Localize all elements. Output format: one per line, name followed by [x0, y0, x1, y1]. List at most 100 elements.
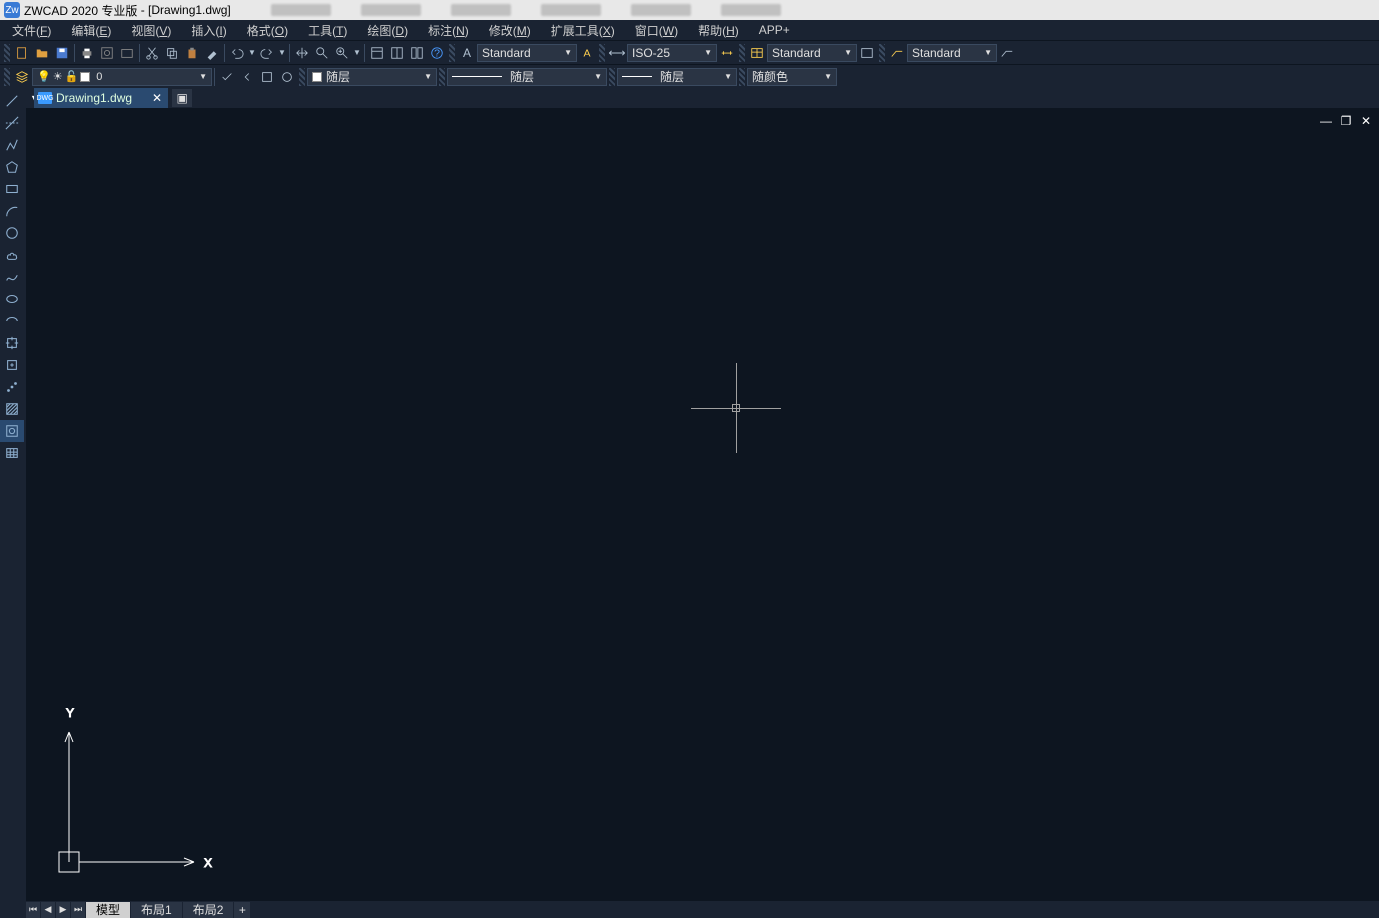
document-tab[interactable]: DWG Drawing1.dwg ✕: [34, 88, 168, 108]
layer-isolate-button[interactable]: [277, 67, 297, 87]
redo-button[interactable]: [257, 43, 277, 63]
layer-previous-button[interactable]: [237, 67, 257, 87]
table-style-icon[interactable]: [747, 43, 767, 63]
new-tab-button[interactable]: ▣: [172, 89, 192, 107]
toolbar-grip[interactable]: [879, 44, 885, 62]
tab-chevron[interactable]: ▼: [26, 93, 34, 103]
toolbar-grip[interactable]: [739, 68, 745, 86]
menu-绘图[interactable]: 绘图(D): [357, 22, 418, 39]
paste-button[interactable]: [182, 43, 202, 63]
menu-修改[interactable]: 修改(M): [479, 22, 541, 39]
polygon-tool-button[interactable]: [0, 156, 24, 178]
layout-tab-模型[interactable]: 模型: [86, 902, 130, 918]
table-tool-button[interactable]: [0, 442, 24, 464]
hatch-tool-button[interactable]: [0, 398, 24, 420]
arc-tool-button[interactable]: [0, 200, 24, 222]
line-tool-button[interactable]: [0, 90, 24, 112]
tool-palettes-button[interactable]: [407, 43, 427, 63]
toolbar-grip[interactable]: [609, 68, 615, 86]
menu-插入[interactable]: 插入(I): [181, 22, 236, 39]
layout-tab-布局2[interactable]: 布局2: [183, 902, 234, 918]
dim-style-dropdown[interactable]: ISO-25▼: [627, 44, 717, 62]
design-center-button[interactable]: [387, 43, 407, 63]
layer-states-button[interactable]: [257, 67, 277, 87]
add-layout-button[interactable]: +: [234, 902, 250, 918]
tab-nav-last[interactable]: ⏭: [71, 902, 85, 918]
zoom-window-button[interactable]: [332, 43, 352, 63]
match-props-button[interactable]: [202, 43, 222, 63]
polyline-tool-button[interactable]: [0, 134, 24, 156]
undo-dropdown[interactable]: ▼: [247, 43, 257, 63]
color-dropdown[interactable]: 随层▼: [307, 68, 437, 86]
lineweight-dropdown[interactable]: 随层▼: [617, 68, 737, 86]
print-button[interactable]: [77, 43, 97, 63]
layer-properties-button[interactable]: [12, 67, 32, 87]
pan-button[interactable]: [292, 43, 312, 63]
menu-文件[interactable]: 文件(F): [2, 22, 61, 39]
mdi-close-button[interactable]: ✕: [1359, 114, 1373, 128]
insert-block-tool-button[interactable]: [0, 332, 24, 354]
zoom-realtime-button[interactable]: [312, 43, 332, 63]
rectangle-tool-button[interactable]: [0, 178, 24, 200]
ellipse-tool-button[interactable]: [0, 288, 24, 310]
construction-line-tool-button[interactable]: [0, 112, 24, 134]
toolbar-grip[interactable]: [449, 44, 455, 62]
mleader-style-mgr-button[interactable]: [997, 43, 1017, 63]
menu-编辑[interactable]: 编辑(E): [61, 22, 121, 39]
tab-nav-next[interactable]: ▶: [56, 902, 70, 918]
menu-视图[interactable]: 视图(V): [121, 22, 181, 39]
tab-nav-first[interactable]: ⏮: [26, 902, 40, 918]
menu-格式[interactable]: 格式(O): [237, 22, 298, 39]
zoom-dropdown[interactable]: ▼: [352, 43, 362, 63]
region-tool-button[interactable]: [0, 420, 24, 442]
toolbar-grip[interactable]: [4, 44, 10, 62]
toolbar-grip[interactable]: [739, 44, 745, 62]
revcloud-tool-button[interactable]: [0, 244, 24, 266]
text-style-icon[interactable]: A: [457, 43, 477, 63]
table-style-mgr-button[interactable]: [857, 43, 877, 63]
properties-button[interactable]: [367, 43, 387, 63]
new-button[interactable]: [12, 43, 32, 63]
ellipse-arc-tool-button[interactable]: [0, 310, 24, 332]
make-current-button[interactable]: [217, 67, 237, 87]
table-style-dropdown[interactable]: Standard▼: [767, 44, 857, 62]
circle-tool-button[interactable]: [0, 222, 24, 244]
text-style-dropdown[interactable]: Standard▼: [477, 44, 577, 62]
point-tool-button[interactable]: [0, 376, 24, 398]
menu-帮助[interactable]: 帮助(H): [688, 22, 749, 39]
drawing-canvas[interactable]: — ❐ ✕ Y X: [26, 108, 1379, 900]
toolbar-grip[interactable]: [4, 68, 10, 86]
menu-标注[interactable]: 标注(N): [418, 22, 479, 39]
dim-style-mgr-button[interactable]: [717, 43, 737, 63]
toolbar-grip[interactable]: [599, 44, 605, 62]
print-preview-button[interactable]: [97, 43, 117, 63]
menu-扩展工具[interactable]: 扩展工具(X): [541, 22, 625, 39]
plot-color-dropdown[interactable]: 随颜色▼: [747, 68, 837, 86]
mleader-style-dropdown[interactable]: Standard▼: [907, 44, 997, 62]
make-block-tool-button[interactable]: [0, 354, 24, 376]
tab-nav-prev[interactable]: ◀: [41, 902, 55, 918]
dim-style-icon[interactable]: ⟷: [607, 43, 627, 63]
menu-APP+[interactable]: APP+: [749, 23, 800, 37]
tab-close-button[interactable]: ✕: [152, 91, 162, 105]
cut-button[interactable]: [142, 43, 162, 63]
spline-tool-button[interactable]: [0, 266, 24, 288]
save-button[interactable]: [52, 43, 72, 63]
copy-button[interactable]: [162, 43, 182, 63]
text-style-mgr-button[interactable]: A: [577, 43, 597, 63]
layer-dropdown[interactable]: 💡 ☀ 🔓 0 ▼: [32, 68, 212, 86]
layout-tab-布局1[interactable]: 布局1: [131, 902, 182, 918]
menu-窗口[interactable]: 窗口(W): [625, 22, 688, 39]
open-button[interactable]: [32, 43, 52, 63]
toolbar-grip[interactable]: [299, 68, 305, 86]
toolbar-grip[interactable]: [439, 68, 445, 86]
publish-button[interactable]: [117, 43, 137, 63]
mdi-minimize-button[interactable]: —: [1319, 114, 1333, 128]
mdi-maximize-button[interactable]: ❐: [1339, 114, 1353, 128]
redo-dropdown[interactable]: ▼: [277, 43, 287, 63]
undo-button[interactable]: [227, 43, 247, 63]
linetype-dropdown[interactable]: 随层▼: [447, 68, 607, 86]
help-button[interactable]: ?: [427, 43, 447, 63]
mleader-style-icon[interactable]: [887, 43, 907, 63]
menu-工具[interactable]: 工具(T): [298, 22, 357, 39]
